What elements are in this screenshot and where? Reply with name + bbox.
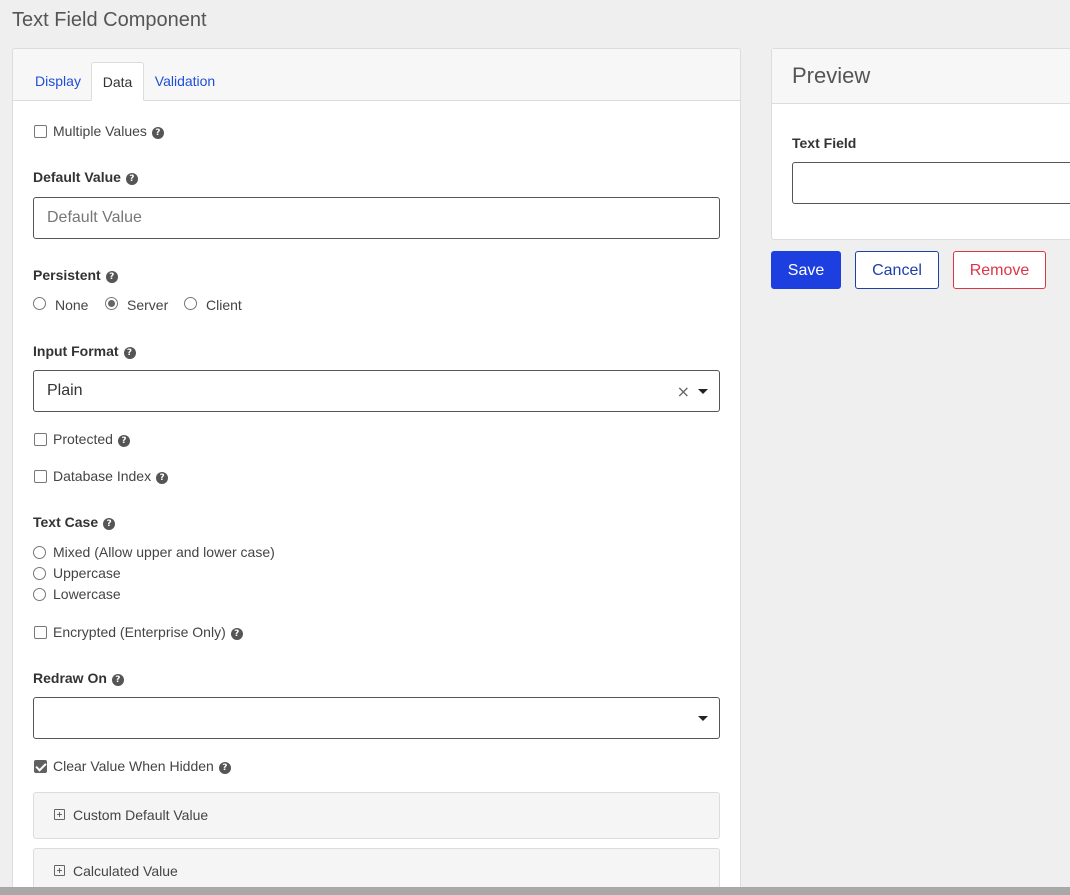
text-case-label: Text Case? — [33, 514, 116, 530]
tab-display[interactable]: Display — [25, 62, 91, 101]
redraw-on-select[interactable] — [33, 697, 720, 739]
multiple-values-label: Multiple Values? — [53, 123, 164, 139]
help-icon[interactable]: ? — [123, 347, 136, 359]
persistent-radio-server[interactable] — [105, 297, 118, 310]
encrypted-label: Encrypted (Enterprise Only)? — [53, 624, 243, 640]
preview-header: Preview — [772, 49, 1070, 104]
text-case-radio-lowercase[interactable] — [33, 588, 46, 601]
persistent-radio-client[interactable] — [184, 297, 197, 310]
help-icon[interactable]: ? — [103, 518, 116, 530]
input-format-label: Input Format? — [33, 343, 136, 359]
help-icon[interactable]: ? — [218, 762, 231, 774]
protected-label: Protected? — [53, 431, 130, 447]
tab-bar: Display Data Validation — [13, 49, 740, 101]
plus-square-icon[interactable] — [54, 865, 65, 876]
calculated-value-title: Calculated Value — [73, 863, 178, 879]
preview-title: Preview — [792, 63, 871, 88]
x-icon[interactable]: × — [677, 382, 690, 401]
plus-square-icon[interactable] — [54, 809, 65, 820]
input-format-select[interactable]: Plain × — [33, 370, 720, 412]
preview-text-input[interactable] — [792, 162, 1070, 204]
preview-field-label: Text Field — [792, 135, 857, 151]
protected-checkbox[interactable] — [34, 433, 47, 446]
default-value-label: Default Value? — [33, 169, 138, 185]
text-case-option-lowercase: Lowercase — [53, 586, 121, 602]
save-button[interactable]: Save — [771, 251, 841, 289]
custom-default-value-panel[interactable]: Custom Default Value — [33, 792, 720, 839]
text-case-radio-uppercase[interactable] — [33, 567, 46, 580]
persistent-option-client: Client — [206, 297, 242, 313]
help-icon[interactable]: ? — [125, 173, 138, 185]
tab-data[interactable]: Data — [91, 62, 144, 101]
clear-value-when-hidden-label: Clear Value When Hidden? — [53, 758, 231, 774]
redraw-on-label: Redraw On? — [33, 670, 124, 686]
component-edit-panel: Display Data Validation Multiple Values?… — [12, 48, 741, 895]
help-icon[interactable]: ? — [105, 271, 118, 283]
help-icon[interactable]: ? — [156, 472, 169, 484]
caret-down-icon[interactable] — [698, 716, 708, 721]
help-icon[interactable]: ? — [117, 435, 130, 447]
persistent-option-none: None — [55, 297, 89, 313]
default-value-input[interactable] — [33, 197, 720, 239]
database-index-label: Database Index? — [53, 468, 169, 484]
text-case-option-mixed: Mixed (Allow upper and lower case) — [53, 544, 275, 560]
persistent-option-server: Server — [127, 297, 169, 313]
database-index-checkbox[interactable] — [34, 470, 47, 483]
help-icon[interactable]: ? — [111, 674, 124, 686]
encrypted-checkbox[interactable] — [34, 626, 47, 639]
multiple-values-checkbox[interactable] — [34, 125, 47, 138]
horizontal-scrollbar[interactable] — [0, 887, 1070, 895]
input-format-value: Plain — [47, 382, 83, 399]
custom-default-value-title: Custom Default Value — [73, 807, 209, 823]
persistent-radio-none[interactable] — [33, 297, 46, 310]
remove-button[interactable]: Remove — [953, 251, 1046, 289]
text-case-option-uppercase: Uppercase — [53, 565, 121, 581]
cancel-button[interactable]: Cancel — [855, 251, 939, 289]
help-icon[interactable]: ? — [230, 628, 243, 640]
help-icon[interactable]: ? — [151, 127, 164, 139]
page-title: Text Field Component — [12, 9, 207, 31]
text-case-radio-mixed[interactable] — [33, 546, 46, 559]
preview-panel: Preview Text Field — [771, 48, 1070, 240]
caret-down-icon[interactable] — [698, 389, 708, 394]
persistent-label: Persistent? — [33, 267, 118, 283]
clear-value-when-hidden-checkbox[interactable] — [34, 760, 47, 773]
tab-validation[interactable]: Validation — [144, 62, 226, 101]
